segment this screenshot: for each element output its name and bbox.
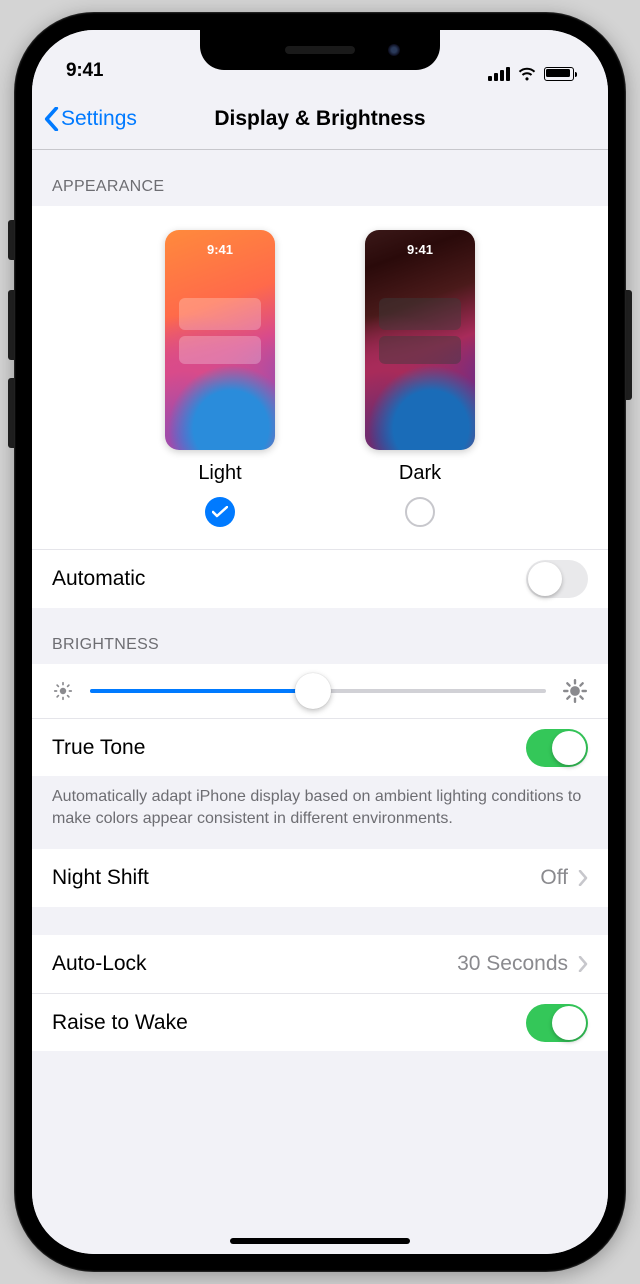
chevron-right-icon — [578, 956, 588, 972]
cell-true-tone[interactable]: True Tone — [32, 718, 608, 776]
status-icons — [488, 66, 574, 82]
automatic-label: Automatic — [52, 567, 145, 591]
section-header-appearance: APPEARANCE — [32, 150, 608, 206]
appearance-option-light[interactable]: 9:41 Light — [165, 230, 275, 527]
raise-to-wake-label: Raise to Wake — [52, 1011, 188, 1035]
section-header-brightness: BRIGHTNESS — [32, 608, 608, 664]
back-label: Settings — [61, 107, 137, 131]
true-tone-footer: Automatically adapt iPhone display based… — [32, 776, 608, 849]
appearance-thumb-light: 9:41 — [165, 230, 275, 450]
screen: 9:41 Settings Display & Brightness — [32, 30, 608, 1254]
auto-lock-label: Auto-Lock — [52, 952, 147, 976]
night-shift-value: Off — [540, 866, 568, 890]
sun-small-icon — [52, 680, 74, 702]
chevron-right-icon — [578, 870, 588, 886]
cell-auto-lock[interactable]: Auto-Lock 30 Seconds — [32, 935, 608, 993]
automatic-toggle[interactable] — [526, 560, 588, 598]
brightness-slider[interactable] — [90, 689, 546, 693]
appearance-label-light: Light — [198, 462, 241, 485]
checkmark-icon — [212, 506, 228, 518]
home-indicator[interactable] — [230, 1238, 410, 1244]
appearance-option-dark[interactable]: 9:41 Dark — [365, 230, 475, 527]
content[interactable]: APPEARANCE 9:41 Light — [32, 150, 608, 1254]
chevron-left-icon — [44, 107, 59, 131]
radio-dark-unselected[interactable] — [405, 497, 435, 527]
battery-icon — [544, 67, 574, 81]
appearance-label-dark: Dark — [399, 462, 441, 485]
wifi-icon — [517, 66, 537, 82]
night-shift-label: Night Shift — [52, 866, 149, 890]
auto-lock-value: 30 Seconds — [457, 952, 568, 976]
status-time: 9:41 — [66, 60, 103, 82]
navigation-bar: Settings Display & Brightness — [32, 88, 608, 150]
notch — [200, 30, 440, 70]
sun-large-icon — [562, 678, 588, 704]
back-button[interactable]: Settings — [44, 107, 137, 131]
brightness-slider-row — [32, 664, 608, 718]
cell-automatic[interactable]: Automatic — [32, 550, 608, 608]
appearance-thumb-dark: 9:41 — [365, 230, 475, 450]
raise-to-wake-toggle[interactable] — [526, 1004, 588, 1042]
radio-light-selected[interactable] — [205, 497, 235, 527]
cell-night-shift[interactable]: Night Shift Off — [32, 849, 608, 907]
appearance-selector: 9:41 Light 9:41 — [32, 206, 608, 550]
cell-raise-to-wake[interactable]: Raise to Wake — [32, 993, 608, 1051]
phone-frame: 9:41 Settings Display & Brightness — [14, 12, 626, 1272]
true-tone-label: True Tone — [52, 736, 145, 760]
cellular-signal-icon — [488, 67, 510, 81]
true-tone-toggle[interactable] — [526, 729, 588, 767]
slider-thumb[interactable] — [295, 673, 331, 709]
